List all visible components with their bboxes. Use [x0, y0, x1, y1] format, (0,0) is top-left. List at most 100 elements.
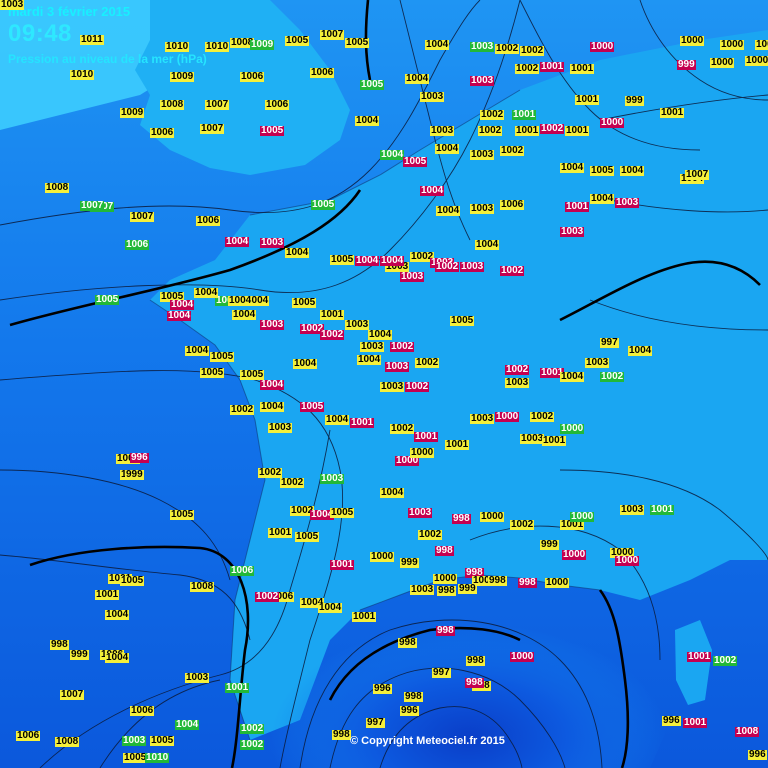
- station-pressure-label: 1005: [150, 735, 175, 746]
- station-pressure-label: 1009: [120, 107, 145, 118]
- station-pressure-label: 1005: [590, 165, 615, 176]
- station-pressure-label: 1001: [565, 201, 590, 212]
- station-pressure-label: 1005: [360, 79, 385, 90]
- station-pressure-label: 1001: [540, 61, 565, 72]
- station-pressure-label: 1004: [560, 371, 585, 382]
- station-pressure-label: 1006: [196, 215, 221, 226]
- station-pressure-label: 1006: [230, 565, 255, 576]
- copyright-notice: © Copyright Meteociel.fr 2015: [350, 735, 505, 747]
- station-pressure-label: 1001: [660, 107, 685, 118]
- station-pressure-label: 1002: [495, 43, 520, 54]
- station-pressure-label: 1007: [60, 689, 85, 700]
- station-pressure-label: 999: [677, 59, 696, 70]
- station-pressure-label: 1001: [512, 109, 537, 120]
- station-pressure-label: 1005: [95, 294, 120, 305]
- station-pressure-label: 1008: [190, 581, 215, 592]
- station-pressure-label: 997: [366, 717, 385, 728]
- station-pressure-label: 998: [50, 639, 69, 650]
- station-pressure-label: 1004: [325, 414, 350, 425]
- station-pressure-label: 1003: [0, 0, 25, 10]
- station-pressure-label: 1001: [570, 63, 595, 74]
- station-pressure-label: 1001: [575, 94, 600, 105]
- station-pressure-label: 1000: [615, 555, 640, 566]
- station-pressure-label: 999: [540, 539, 559, 550]
- station-pressure-label: 998: [435, 545, 454, 556]
- station-pressure-label: 1010: [205, 41, 230, 52]
- station-pressure-label: 1004: [260, 379, 285, 390]
- station-pressure-label: 998: [466, 655, 485, 666]
- station-pressure-label: 998: [488, 575, 507, 586]
- station-pressure-label: 996: [130, 452, 149, 463]
- station-pressure-label: 1001: [650, 504, 675, 515]
- station-pressure-label: 1007: [205, 99, 230, 110]
- station-pressure-label: 1002: [390, 341, 415, 352]
- station-pressure-label: 1002: [320, 329, 345, 340]
- station-pressure-label: 1004: [475, 239, 500, 250]
- station-pressure-label: 1006: [16, 730, 41, 741]
- station-pressure-label: 1002: [280, 477, 305, 488]
- station-pressure-label: 1007: [80, 200, 105, 211]
- pressure-map: mardi 3 février 2015 09:48 Pression au n…: [0, 0, 768, 768]
- station-pressure-label: 1000: [600, 117, 625, 128]
- station-pressure-label: 996: [662, 715, 681, 726]
- station-pressure-label: 1004: [560, 162, 585, 173]
- station-pressure-label: 1000: [433, 573, 458, 584]
- station-pressure-label: 1002: [505, 364, 530, 375]
- station-pressure-label: 1002: [255, 591, 280, 602]
- station-pressure-label: 1003: [620, 504, 645, 515]
- station-pressure-label: 1010: [70, 69, 95, 80]
- station-pressure-label: 1001: [683, 717, 708, 728]
- station-pressure-label: 1002: [390, 423, 415, 434]
- station-pressure-label: 1003: [585, 357, 610, 368]
- station-pressure-label: 1004: [355, 115, 380, 126]
- station-pressure-label: 996: [400, 705, 419, 716]
- station-pressure-label: 1003: [385, 361, 410, 372]
- station-pressure-label: 1004: [105, 652, 130, 663]
- station-pressure-label: 1003: [460, 261, 485, 272]
- station-observations: 1011 1010 1010 1008 1009 1005 1007 1005 1004 1003…: [0, 0, 768, 768]
- station-pressure-label: 1005: [450, 315, 475, 326]
- station-pressure-label: 1006: [130, 705, 155, 716]
- station-pressure-label: 1004: [590, 193, 615, 204]
- station-pressure-label: 1002: [520, 45, 545, 56]
- station-pressure-label: 1000: [755, 40, 768, 50]
- station-pressure-label: 1002: [500, 265, 525, 276]
- station-pressure-label: 1004: [425, 39, 450, 50]
- station-pressure-label: 1005: [403, 156, 428, 167]
- station-pressure-label: 1003: [345, 319, 370, 330]
- station-pressure-label: 1004: [435, 143, 460, 154]
- station-pressure-label: 1001: [95, 589, 120, 600]
- station-pressure-label: 1003: [470, 413, 495, 424]
- station-pressure-label: 1003: [320, 473, 345, 484]
- station-pressure-label: 1002: [515, 63, 540, 74]
- station-pressure-label: 996: [373, 683, 392, 694]
- station-pressure-label: 1002: [510, 519, 535, 530]
- station-pressure-label: 1002: [240, 739, 265, 750]
- station-pressure-label: 1002: [240, 723, 265, 734]
- station-pressure-label: 1000: [562, 549, 587, 560]
- station-pressure-label: 1002: [418, 529, 443, 540]
- station-pressure-label: 999: [70, 649, 89, 660]
- station-pressure-label: 1000: [560, 423, 585, 434]
- station-pressure-label: 1004: [105, 609, 130, 620]
- station-pressure-label: 1006: [240, 71, 265, 82]
- station-pressure-label: 1002: [713, 655, 738, 666]
- station-pressure-label: 1003: [615, 197, 640, 208]
- station-pressure-label: 1004: [405, 73, 430, 84]
- station-pressure-label: 998: [332, 729, 351, 740]
- station-pressure-label: 998: [404, 691, 423, 702]
- station-pressure-label: 1008: [160, 99, 185, 110]
- station-pressure-label: 1004: [225, 236, 250, 247]
- station-pressure-label: 1007: [200, 123, 225, 134]
- station-pressure-label: 1004: [232, 309, 257, 320]
- station-pressure-label: 1005: [300, 401, 325, 412]
- station-pressure-label: 1004: [175, 719, 200, 730]
- station-pressure-label: 1004: [368, 329, 393, 340]
- station-pressure-label: 1000: [590, 41, 615, 52]
- station-pressure-label: 1007: [685, 169, 710, 180]
- station-pressure-label: 1004: [436, 205, 461, 216]
- station-pressure-label: 1002: [435, 261, 460, 272]
- station-pressure-label: 1005: [260, 125, 285, 136]
- station-pressure-label: 1004: [228, 295, 253, 306]
- station-pressure-label: 1004: [380, 487, 405, 498]
